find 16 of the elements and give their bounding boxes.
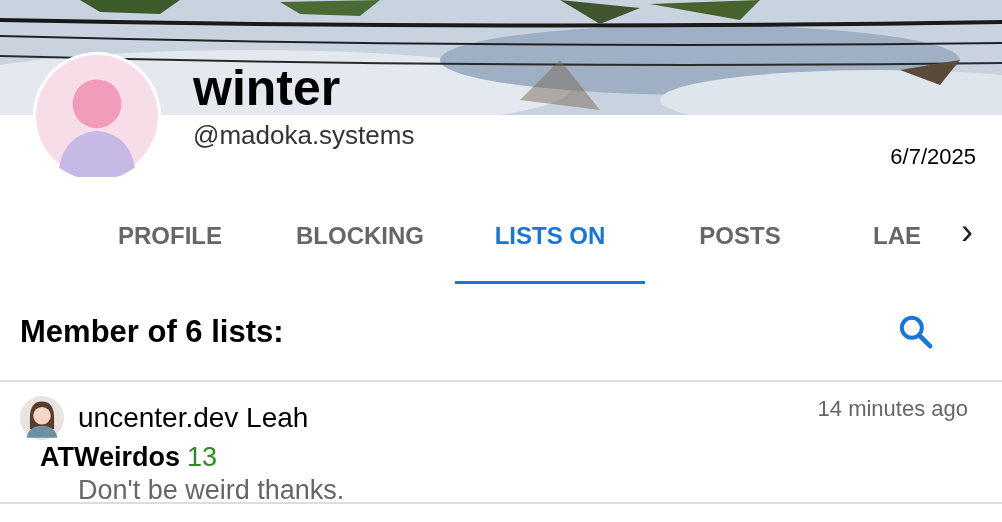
tab[interactable]: POSTS — [645, 190, 835, 284]
owner-avatar — [20, 396, 64, 440]
section-title: Member of 6 lists: — [20, 314, 284, 350]
display-name: winter — [193, 59, 341, 118]
list-description: Don't be weird thanks. — [77, 475, 346, 506]
list-name[interactable]: ATWeirdos — [40, 442, 180, 472]
scroll-right-button[interactable]: › — [932, 190, 1002, 284]
tab[interactable]: BLOCKING — [265, 190, 455, 284]
tab[interactable]: LAE — [835, 190, 925, 284]
join-date: 6/7/2025 — [890, 144, 976, 170]
tab[interactable]: PROFILE — [75, 190, 265, 284]
list-owner[interactable]: uncenter.dev Leah — [78, 402, 309, 434]
member-count: 13 — [187, 442, 218, 472]
timestamp: 14 minutes ago — [817, 396, 968, 422]
tab[interactable]: LISTS ON — [455, 190, 645, 284]
user-handle: @madoka.systems — [193, 120, 415, 151]
